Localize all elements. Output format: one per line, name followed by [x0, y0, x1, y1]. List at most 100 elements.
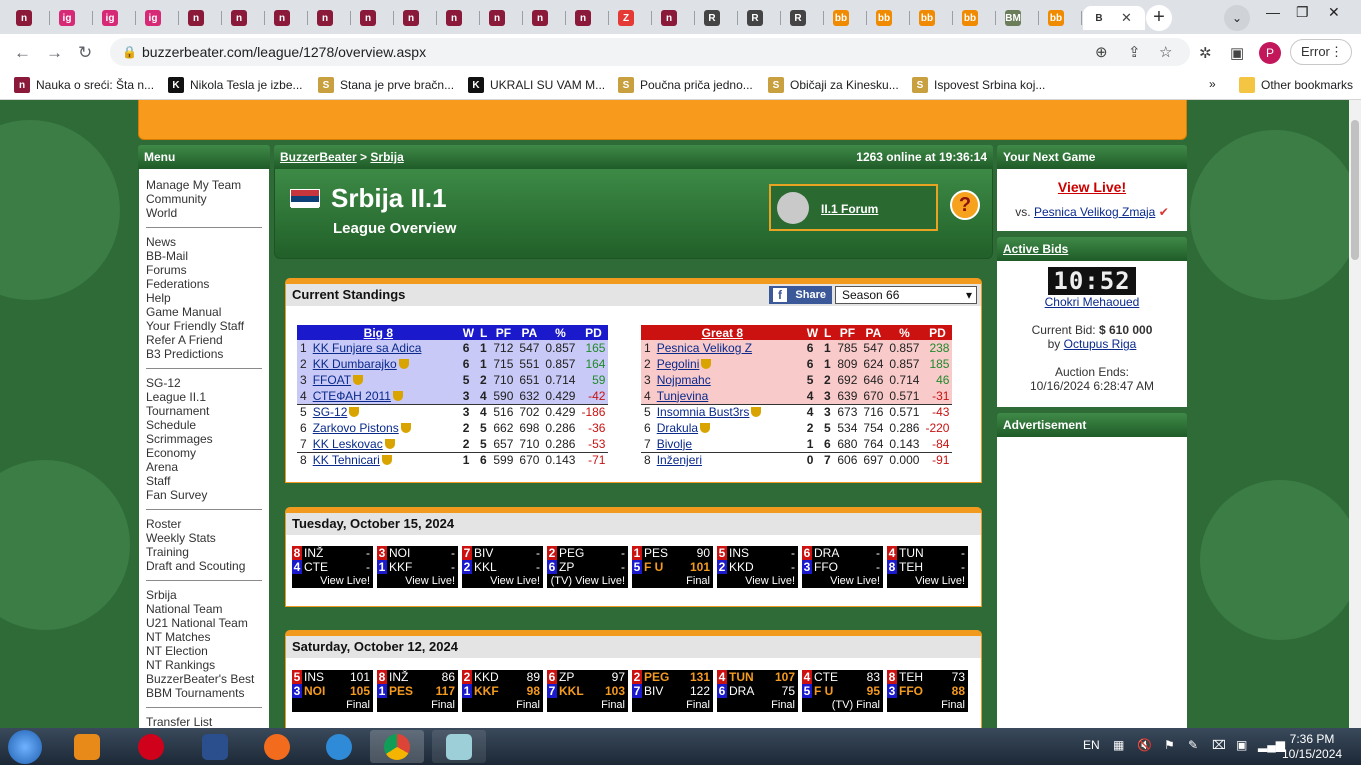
bookmark-star-icon[interactable]: ☆ — [1159, 43, 1172, 61]
game-status[interactable]: View Live! — [490, 575, 540, 587]
menu-item[interactable]: Your Friendly Staff — [146, 319, 262, 333]
game-status[interactable]: Final — [771, 699, 795, 711]
language-indicator[interactable]: EN — [1083, 738, 1100, 752]
start-button-icon[interactable] — [8, 730, 42, 764]
team-link[interactable]: Insomnia Bust3rs — [657, 405, 750, 419]
browser-tab[interactable]: n — [481, 6, 523, 30]
game-card[interactable]: 4 CTE 83 5 F U 95 (TV) Final — [802, 670, 883, 712]
browser-tab[interactable]: R — [782, 6, 824, 30]
bookmark-item[interactable]: K UKRALI SU VAM M... — [468, 77, 605, 93]
bookmarks-overflow[interactable]: » — [1209, 77, 1216, 91]
menu-item[interactable]: NT Rankings — [146, 658, 262, 672]
conference-name[interactable]: Great 8 — [641, 325, 804, 340]
bidder-link[interactable]: Octupus Riga — [1064, 337, 1137, 351]
menu-item[interactable]: Scrimmages — [146, 432, 262, 446]
browser-tab[interactable]: bb — [954, 6, 996, 30]
team-link[interactable]: KK Leskovac — [313, 437, 383, 451]
other-bookmarks[interactable]: Other bookmarks — [1239, 77, 1353, 93]
browser-tab[interactable]: n — [180, 6, 222, 30]
game-card[interactable]: 2 PEG 131 7 BIV 122 Final — [632, 670, 713, 712]
browser-tab[interactable]: BM — [997, 6, 1039, 30]
menu-item[interactable]: Economy — [146, 446, 262, 460]
notes-app-icon[interactable] — [432, 730, 486, 763]
team-link[interactable]: KK Tehnicari — [313, 453, 380, 467]
game-status[interactable]: View Live! — [745, 575, 795, 587]
browser-tab[interactable]: n — [653, 6, 695, 30]
share-page-icon[interactable]: ⇪ — [1128, 43, 1141, 61]
browser-tab[interactable]: n — [524, 6, 566, 30]
browser-tab[interactable]: n — [352, 6, 394, 30]
game-status[interactable]: View Live! — [320, 575, 370, 587]
browser-tab[interactable]: ig — [51, 6, 93, 30]
conference-link[interactable]: Great 8 — [702, 326, 743, 340]
next-opponent-link[interactable]: Pesnica Velikog Zmaja — [1034, 205, 1155, 219]
clock[interactable]: 7:36 PM 10/15/2024 — [1282, 732, 1342, 762]
menu-item[interactable]: Staff — [146, 474, 262, 488]
browser-tab[interactable]: bb — [825, 6, 867, 30]
scrollbar-thumb[interactable] — [1351, 120, 1359, 260]
game-card[interactable]: 4 TUN 107 6 DRA 75 Final — [717, 670, 798, 712]
media-player-icon[interactable] — [60, 730, 114, 763]
menu-item[interactable]: BB-Mail — [146, 249, 262, 263]
game-status[interactable]: Final — [431, 699, 455, 711]
menu-item[interactable]: News — [146, 235, 262, 249]
menu-item[interactable]: Roster — [146, 517, 262, 531]
team-link[interactable]: Inženjeri — [657, 453, 702, 467]
menu-item[interactable]: Federations — [146, 277, 262, 291]
browser-tab[interactable]: n — [567, 6, 609, 30]
browser-tab[interactable]: R — [739, 6, 781, 30]
browser-tab[interactable]: n — [266, 6, 308, 30]
browser-tab[interactable]: bb — [1040, 6, 1082, 30]
menu-item[interactable]: BBM Tournaments — [146, 686, 262, 700]
menu-item[interactable]: NT Matches — [146, 630, 262, 644]
game-status[interactable]: Final — [601, 699, 625, 711]
help-icon[interactable]: ? — [950, 190, 980, 220]
bookmark-item[interactable]: n Nauka o sreći: Šta n... — [14, 77, 154, 93]
tray-signal-icon[interactable]: ▂▄▆ — [1258, 738, 1285, 752]
facebook-share-button[interactable]: f Share — [769, 286, 832, 304]
bid-player-link[interactable]: Chokri Mehaoued — [1045, 295, 1140, 309]
team-link[interactable]: Pesnica Velikog Z — [657, 341, 752, 355]
breadcrumb-home-link[interactable]: BuzzerBeater — [280, 150, 357, 164]
conference-name[interactable]: Big 8 — [297, 325, 460, 340]
browser-tab[interactable]: bb — [868, 6, 910, 30]
breadcrumb-country-link[interactable]: Srbija — [370, 150, 403, 164]
game-status[interactable]: (TV) Final — [832, 699, 880, 711]
game-status[interactable]: Final — [686, 699, 710, 711]
team-link[interactable]: Pegolini — [657, 357, 700, 371]
tray-pen-icon[interactable]: ✎ — [1188, 738, 1198, 752]
browser-tab-active[interactable]: B ✕ — [1083, 6, 1145, 30]
menu-item[interactable]: World — [146, 206, 262, 220]
bookmark-item[interactable]: S Poučna priča jedno... — [618, 77, 753, 93]
floppy-app-icon[interactable] — [188, 730, 242, 763]
tray-monitor-icon[interactable]: ▣ — [1236, 738, 1247, 752]
game-status[interactable]: (TV) View Live! — [551, 575, 625, 587]
league-forum-link[interactable]: II.1 Forum — [821, 202, 878, 216]
browser-tab[interactable]: n — [309, 6, 351, 30]
menu-item[interactable]: Weekly Stats — [146, 531, 262, 545]
tray-volume-muted-icon[interactable]: 🔇 — [1137, 738, 1152, 752]
game-card[interactable]: 5 INS 101 3 NOI 105 Final — [292, 670, 373, 712]
game-card[interactable]: 8 INŽ 86 1 PES 117 Final — [377, 670, 458, 712]
game-status[interactable]: View Live! — [830, 575, 880, 587]
team-link[interactable]: Bivolje — [657, 437, 692, 451]
new-tab-button[interactable]: + — [1146, 5, 1172, 31]
game-status[interactable]: Final — [346, 699, 370, 711]
browser-tab[interactable]: n — [395, 6, 437, 30]
tray-flag-icon[interactable]: ⚑ — [1164, 738, 1175, 752]
game-card[interactable]: 8 INŽ -4 CTE - View Live! — [292, 546, 373, 588]
menu-item[interactable]: Draft and Scouting — [146, 559, 262, 573]
game-card[interactable]: 2 KKD 89 1 KKF 98 Final — [462, 670, 543, 712]
minimize-icon[interactable]: — — [1266, 4, 1280, 20]
menu-item[interactable]: Community — [146, 192, 262, 206]
tab-close-icon[interactable]: ✕ — [1121, 10, 1132, 26]
team-link[interactable]: KK Funjare sa Adica — [313, 341, 422, 355]
menu-item[interactable]: Manage My Team — [146, 178, 262, 192]
game-card[interactable]: 7 BIV -2 KKL - View Live! — [462, 546, 543, 588]
team-link[interactable]: KK Dumbarajko — [313, 357, 397, 371]
forward-icon[interactable]: → — [46, 43, 63, 63]
opera-icon[interactable] — [124, 730, 178, 763]
bookmark-item[interactable]: S Stana je prve bračn... — [318, 77, 454, 93]
internet-explorer-icon[interactable] — [312, 730, 366, 763]
page-scrollbar[interactable] — [1349, 100, 1361, 728]
